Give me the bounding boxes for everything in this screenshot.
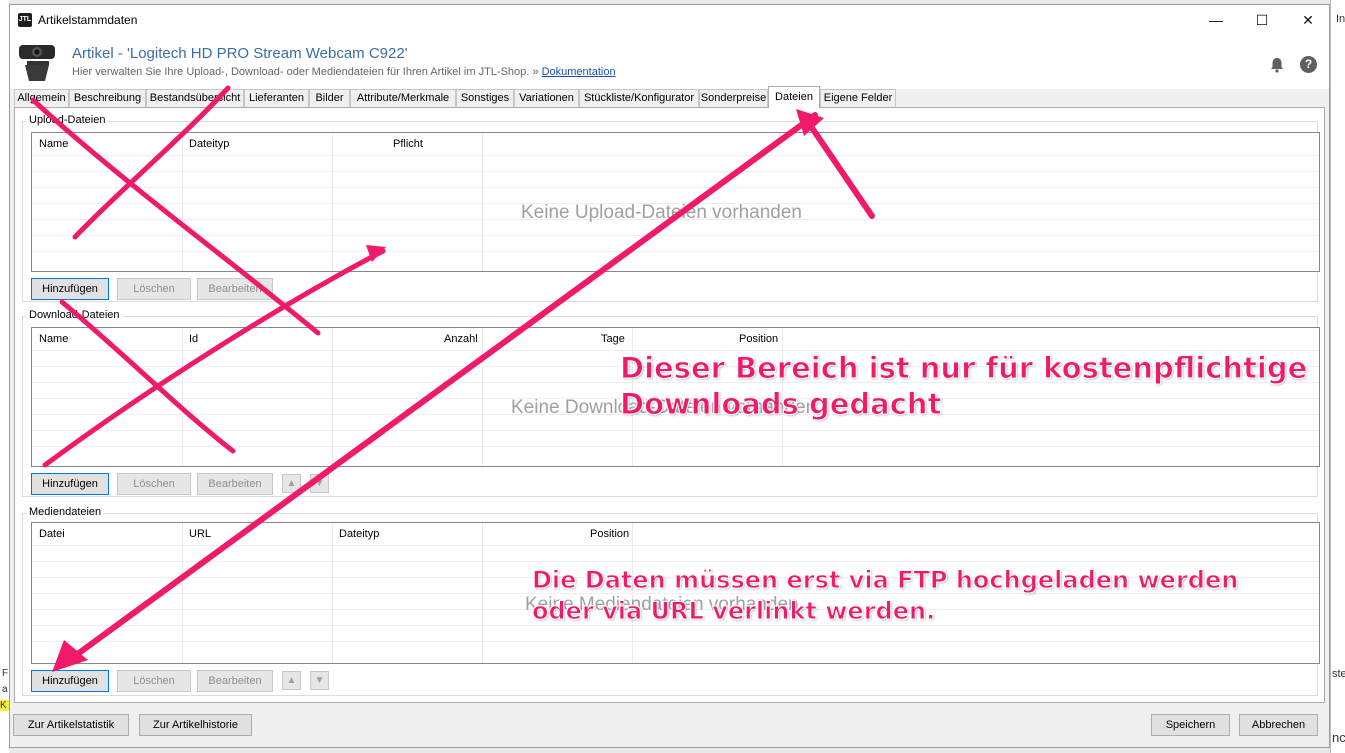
close-button[interactable]: ✕ [1285,5,1329,35]
tab-lieferanten[interactable]: Lieferanten [244,89,309,107]
article-header: Artikel - 'Logitech HD PRO Stream Webcam… [10,35,1329,89]
background-window-left: F a K [0,0,9,753]
column-header-position[interactable]: Position [739,333,778,345]
webcam-product-image [19,45,55,81]
save-button[interactable]: Speichern [1151,714,1230,736]
bg-text-right-mid: ste [1332,668,1345,680]
download-edit-button[interactable]: Bearbeiten [197,473,273,495]
upload-files-group: Upload-Dateien Name Dateityp Pflicht Kei… [22,114,1320,302]
annotation-line: Die Daten müssen erst via FTP hochgelade… [531,566,1239,595]
annotation-line: oder via URL verlinkt werden. [531,597,936,626]
header-subtitle: Hier verwalten Sie Ihre Upload-, Downloa… [72,66,616,78]
media-add-button[interactable]: Hinzufügen [31,670,109,692]
tab-sonderpreise[interactable]: Sonderpreise [699,89,768,107]
annotation-line: Downloads gedacht [619,387,942,422]
cancel-button[interactable]: Abbrechen [1239,714,1318,736]
move-up-arrow-icon[interactable]: ▲ [282,474,301,493]
maximize-button[interactable]: ☐ [1239,5,1285,35]
help-icon[interactable]: ? [1300,56,1317,73]
tab-sonstiges[interactable]: Sonstiges [456,89,514,107]
tab-bestandsuebersicht[interactable]: Bestandsübersicht [146,89,244,107]
upload-files-grid[interactable]: Name Dateityp Pflicht Keine Upload-Datei… [31,132,1320,272]
upload-files-legend: Upload-Dateien [27,114,108,126]
column-header-anzahl[interactable]: Anzahl [444,333,478,345]
upload-add-button[interactable]: Hinzufügen [31,278,109,300]
bg-text-left-1: F [2,668,9,679]
tab-stueckliste-konfigurator[interactable]: Stückliste/Konfigurator [579,89,699,107]
upload-edit-button[interactable]: Bearbeiten [197,278,273,300]
article-history-button[interactable]: Zur Artikelhistorie [139,714,252,736]
column-header-name[interactable]: Name [39,138,68,150]
media-files-legend: Mediendateien [27,506,104,518]
tab-allgemein[interactable]: Allgemein [14,89,69,107]
bg-text-left-2: a [2,684,8,695]
tab-eigene-felder[interactable]: Eigene Felder [820,89,896,107]
tab-dateien[interactable]: Dateien [768,86,820,108]
column-header-url[interactable]: URL [189,528,211,540]
tab-bar: Allgemein Beschreibung Bestandsübersicht… [14,86,1324,108]
column-header-tage[interactable]: Tage [601,333,625,345]
minimize-button[interactable]: — [1193,5,1239,35]
media-delete-button[interactable]: Löschen [117,670,191,692]
media-edit-button[interactable]: Bearbeiten [197,670,273,692]
annotation-ftp-note: Die Daten müssen erst via FTP hochgelade… [531,565,1239,627]
column-header-id[interactable]: Id [189,333,198,345]
column-header-name[interactable]: Name [39,333,68,345]
column-header-datei[interactable]: Datei [39,528,65,540]
move-down-arrow-icon[interactable]: ▼ [310,474,329,493]
column-header-pflicht[interactable]: Pflicht [393,138,423,150]
annotation-downloads-note: Dieser Bereich ist nur für kostenpflicht… [619,350,1308,422]
link-prefix: » [532,66,539,78]
title-bar: JTL Artikelstammdaten — ☐ ✕ [10,5,1329,35]
download-add-button[interactable]: Hinzufügen [31,473,109,495]
tab-bilder[interactable]: Bilder [309,89,350,107]
documentation-link[interactable]: Dokumentation [542,66,616,78]
move-up-arrow-icon[interactable]: ▲ [282,671,301,690]
article-statistics-button[interactable]: Zur Artikelstatistik [13,714,129,736]
tab-beschreibung[interactable]: Beschreibung [69,89,146,107]
article-title: Artikel - 'Logitech HD PRO Stream Webcam… [72,45,408,62]
move-down-arrow-icon[interactable]: ▼ [310,671,329,690]
annotation-line: Dieser Bereich ist nur für kostenpflicht… [619,351,1308,386]
tab-variationen[interactable]: Variationen [514,89,579,107]
upload-delete-button[interactable]: Löschen [117,278,191,300]
jtl-app-icon: JTL [18,13,32,27]
download-delete-button[interactable]: Löschen [117,473,191,495]
background-window-right: In ste nc [1330,0,1345,753]
window-title: Artikelstammdaten [38,13,138,27]
bg-text-right-bottom: nc [1332,730,1345,745]
bg-text-right-top: In [1336,13,1345,25]
column-header-position[interactable]: Position [590,528,629,540]
upload-empty-message: Keine Upload-Dateien vorhanden [521,202,802,223]
download-files-legend: Download-Dateien [27,309,122,321]
tab-attribute-merkmale[interactable]: Attribute/Merkmale [350,89,456,107]
column-header-dateityp[interactable]: Dateityp [189,138,229,150]
header-description: Hier verwalten Sie Ihre Upload-, Downloa… [72,66,530,78]
bg-text-left-3: K [0,700,9,711]
bell-icon[interactable] [1269,57,1285,73]
column-header-dateityp[interactable]: Dateityp [339,528,379,540]
